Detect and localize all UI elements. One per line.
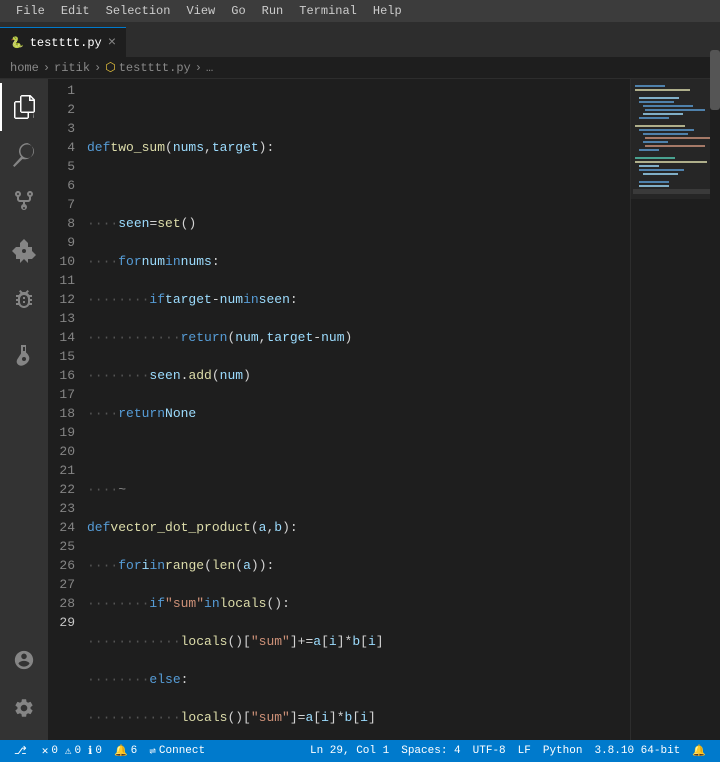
activity-bar [0,79,48,740]
breadcrumb: home › ritik › ⬡ testttt.py › … [0,57,720,79]
code-line-14: ········if "sum" in locals(): [87,594,630,613]
breadcrumb-ritik[interactable]: ritik [54,61,90,75]
code-line-15: ············locals()["sum"] += a[i] * b[… [87,632,630,651]
code-editor[interactable]: def two_sum(nums, target): ····seen = se… [83,79,630,740]
activity-extensions[interactable] [0,227,48,275]
status-eol[interactable]: LF [512,740,537,762]
editor-area[interactable]: 1 2 3 4 5 6 7 8 9 10 11 12 13 14 15 16 1… [48,79,720,740]
status-line-col[interactable]: Ln 29, Col 1 [304,740,395,762]
activity-source-control[interactable] [0,179,48,227]
status-connect-label: Connect [159,745,205,757]
minimap-slider[interactable] [631,79,710,199]
menu-file[interactable]: File [8,0,53,22]
connect-icon: ⇌ [149,744,156,758]
feedback-icon: 🔔 [692,744,706,758]
activity-debug[interactable] [0,275,48,323]
menu-go[interactable]: Go [223,0,253,22]
status-language-label: Python [543,745,583,757]
status-warning-count: 0 [75,745,82,757]
activity-settings[interactable] [0,684,48,732]
status-encoding[interactable]: UTF-8 [467,740,512,762]
status-eol-label: LF [518,745,531,757]
code-line-16: ········else: [87,670,630,689]
activity-explorer[interactable] [0,83,48,131]
menu-selection[interactable]: Selection [98,0,179,22]
warning-icon: ⚠ [65,744,72,758]
code-line-7: ············return (num, target - num) [87,328,630,347]
code-line-4: ····seen = set() [87,214,630,233]
status-python-version-label: 3.8.10 64-bit [594,745,680,757]
code-line-5: ····for num in nums: [87,252,630,271]
breadcrumb-icon: ⬡ [105,60,115,75]
menu-run[interactable]: Run [254,0,292,22]
menu-help[interactable]: Help [365,0,410,22]
scrollbar-thumb[interactable] [710,79,720,110]
menu-bar: File Edit Selection View Go Run Terminal… [0,0,720,22]
error-icon: ✕ [42,744,49,758]
status-line-col-label: Ln 29, Col 1 [310,745,389,757]
code-line-6: ········if target - num in seen: [87,290,630,309]
activity-search[interactable] [0,131,48,179]
tab-filename: testttt.py [30,36,102,50]
code-line-9: ····return None [87,404,630,423]
status-error-count: 0 [51,745,58,757]
menu-terminal[interactable]: Terminal [291,0,365,22]
line-numbers: 1 2 3 4 5 6 7 8 9 10 11 12 13 14 15 16 1… [48,79,83,740]
status-errors[interactable]: ✕ 0 ⚠ 0 ℹ 0 [36,740,108,762]
scrollbar[interactable] [710,79,720,740]
activity-testing[interactable] [0,331,48,379]
status-language[interactable]: Python [537,740,589,762]
code-line-13: ····for i in range(len(a)): [87,556,630,575]
status-spaces[interactable]: Spaces: 4 [395,740,466,762]
activity-bar-bottom [0,636,48,740]
code-line-11: ····~ [87,480,630,499]
tab-bar: 🐍 testttt.py × [0,22,720,57]
menu-view[interactable]: View [178,0,223,22]
breadcrumb-file[interactable]: testttt.py [119,61,191,75]
activity-account[interactable] [0,636,48,684]
bell-icon: 🔔 [114,744,128,758]
menu-edit[interactable]: Edit [53,0,98,22]
main-content: 1 2 3 4 5 6 7 8 9 10 11 12 13 14 15 16 1… [0,79,720,740]
code-line-17: ············locals()["sum"] = a[i] * b[i… [87,708,630,727]
status-spaces-label: Spaces: 4 [401,745,460,757]
status-git-branch[interactable]: ⎇ [8,740,36,762]
minimap[interactable] [630,79,710,740]
status-connect[interactable]: ⇌ Connect [143,740,211,762]
code-line-12: def vector_dot_product(a, b): [87,518,630,537]
info-icon: ℹ [88,744,92,758]
code-line-1 [87,100,630,119]
status-notification-count: 6 [131,745,138,757]
breadcrumb-ellipsis[interactable]: … [206,61,213,75]
status-encoding-label: UTF-8 [473,745,506,757]
tab-testttt-py[interactable]: 🐍 testttt.py × [0,27,126,57]
status-python-version[interactable]: 3.8.10 64-bit [588,740,686,762]
status-info-count: 0 [95,745,102,757]
status-feedback[interactable]: 🔔 [686,740,712,762]
tab-close-button[interactable]: × [108,35,116,51]
code-line-2: def two_sum(nums, target): [87,138,630,157]
code-line-8: ········seen.add(num) [87,366,630,385]
code-line-10 [87,442,630,461]
breadcrumb-home[interactable]: home [10,61,39,75]
status-bar: ⎇ ✕ 0 ⚠ 0 ℹ 0 🔔 6 ⇌ Connect Ln 29, Col 1… [0,740,720,762]
python-file-icon: 🐍 [10,36,24,50]
git-icon: ⎇ [14,744,27,758]
status-notifications[interactable]: 🔔 6 [108,740,143,762]
code-line-3 [87,176,630,195]
